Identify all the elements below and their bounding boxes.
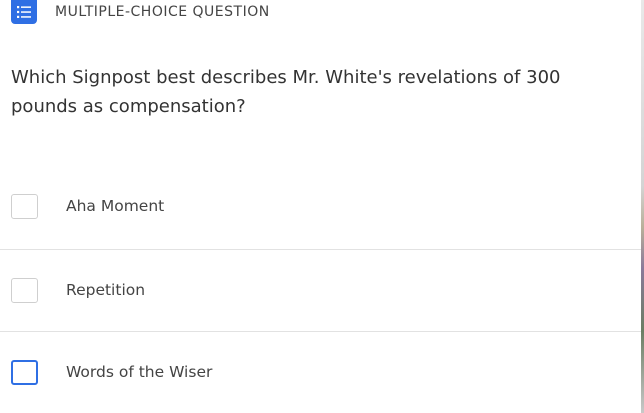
question-header: MULTIPLE-CHOICE QUESTION	[11, 0, 270, 24]
question-page: MULTIPLE-CHOICE QUESTION Which Signpost …	[0, 0, 644, 413]
answer-option-words-of-the-wiser[interactable]: Words of the Wiser	[0, 332, 641, 412]
answer-checkbox[interactable]	[11, 277, 38, 303]
question-type-label: MULTIPLE-CHOICE QUESTION	[55, 4, 270, 20]
answer-label: Words of the Wiser	[66, 363, 213, 381]
answer-option-repetition[interactable]: Repetition	[0, 250, 641, 330]
list-icon	[11, 0, 37, 24]
answer-label: Repetition	[66, 281, 146, 299]
question-text: Which Signpost best describes Mr. White'…	[11, 67, 561, 117]
answer-checkbox[interactable]	[11, 193, 38, 219]
answer-checkbox[interactable]	[11, 359, 38, 385]
answer-option-aha-moment[interactable]: Aha Moment	[0, 166, 641, 246]
answer-label: Aha Moment	[66, 197, 165, 215]
